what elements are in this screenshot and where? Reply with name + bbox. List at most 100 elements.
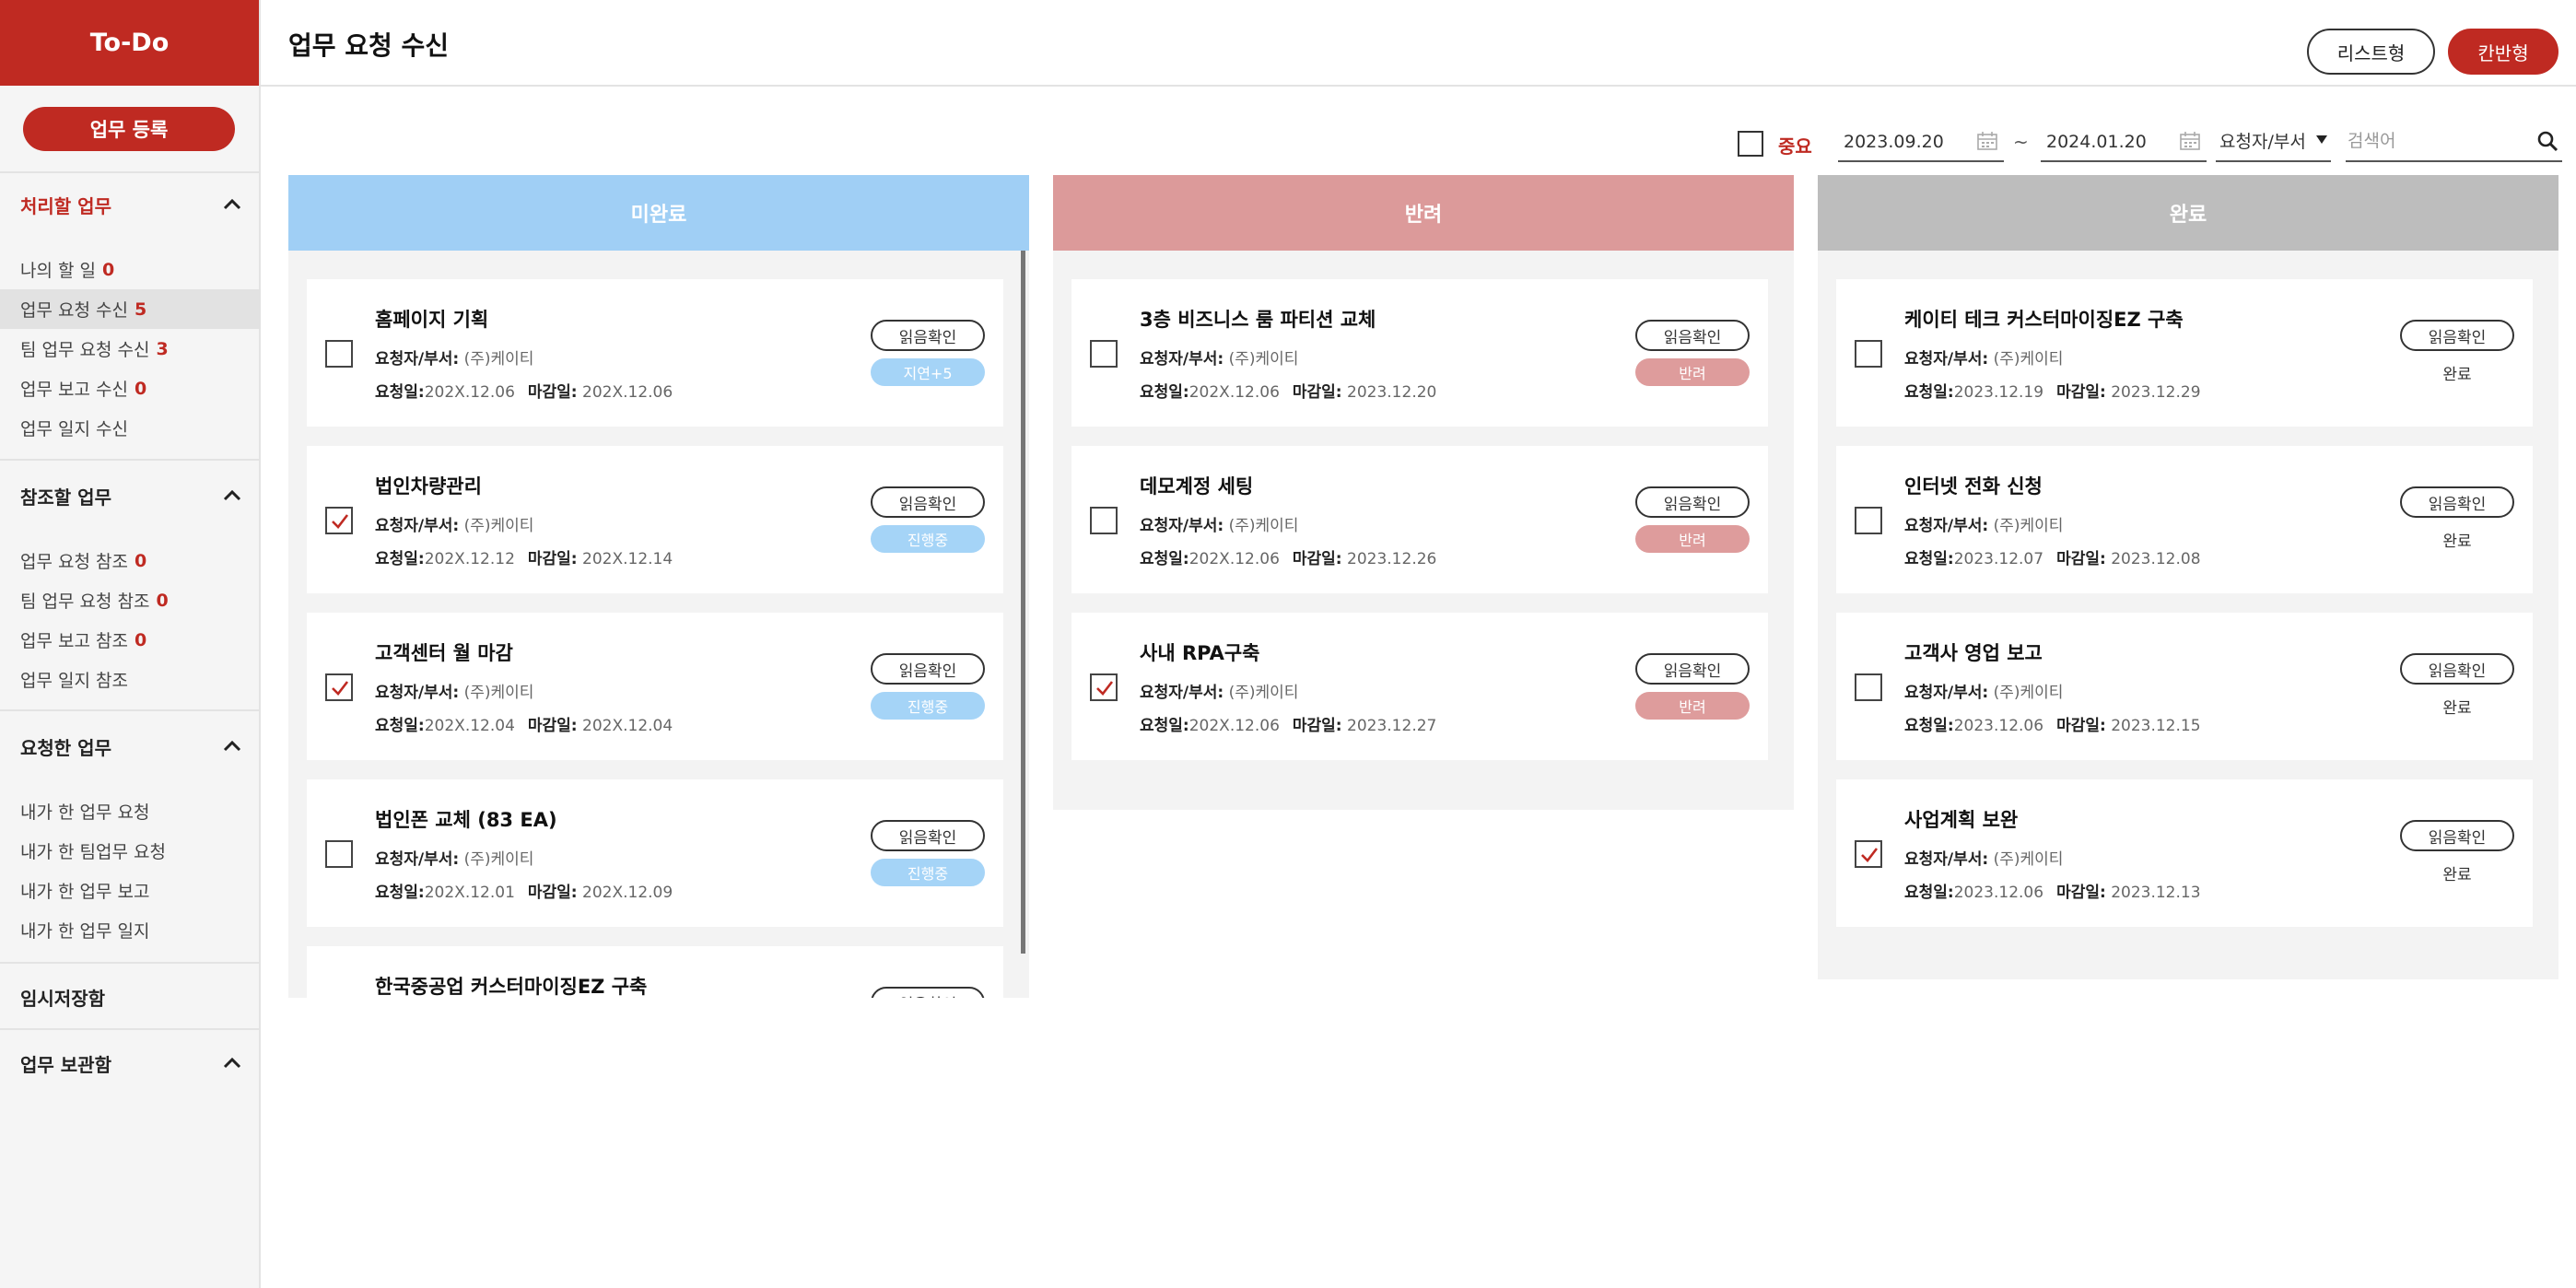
request-date-label: 요청일:	[1140, 717, 1189, 735]
request-date-label: 요청일:	[1904, 550, 1954, 568]
card-checkbox[interactable]	[325, 340, 353, 368]
column-body: 케이티 테크 커스터마이징EZ 구축 요청자/부서: (주)케이티 요청일:2023…	[1818, 251, 2558, 979]
sidebar-item-team-request-received[interactable]: 팀 업무 요청 수신 3	[0, 329, 261, 369]
search-box	[2346, 120, 2562, 162]
important-label: 중요	[1778, 135, 1812, 158]
card-checkbox[interactable]	[325, 673, 353, 701]
requester-value: (주)케이티	[1993, 517, 2064, 535]
card-requester-line: 요청자/부서: (주)케이티	[375, 512, 533, 535]
card-checkbox[interactable]	[325, 507, 353, 534]
sidebar-section-header[interactable]: 처리할 업무	[0, 184, 261, 225]
requester-label: 요청자/부서:	[375, 684, 460, 702]
sidebar-item-my-report[interactable]: 내가 한 업무 보고	[0, 871, 261, 910]
kanban-column-incomplete: 미완료 홈페이지 기획 요청자/부서: (주)케이티 요청일:202X.12.06 마감…	[288, 175, 1029, 998]
card-checkbox[interactable]	[1855, 507, 1882, 534]
sidebar-divider	[0, 709, 261, 711]
read-confirm-button[interactable]: 읽음확인	[2400, 820, 2514, 851]
sidebar-item-report-ref[interactable]: 업무 보고 참조 0	[0, 620, 261, 660]
kanban-view-button[interactable]: 칸반형	[2448, 29, 2558, 75]
calendar-icon[interactable]	[2179, 131, 2201, 151]
important-checkbox[interactable]	[1738, 131, 1763, 157]
task-card[interactable]: 사업계획 보완 요청자/부서: (주)케이티 요청일:2023.12.06 마감일: …	[1836, 779, 2533, 927]
sidebar-item-my-todo[interactable]: 나의 할 일 0	[0, 250, 261, 289]
sidebar-item-request-ref[interactable]: 업무 요청 참조 0	[0, 541, 261, 580]
sidebar-item-my-team-request[interactable]: 내가 한 팀업무 요청	[0, 831, 261, 871]
task-card[interactable]: 데모계정 세팅 요청자/부서: (주)케이티 요청일:202X.12.06 마감일: …	[1071, 446, 1768, 593]
search-icon[interactable]	[2536, 130, 2558, 152]
task-card[interactable]: 사내 RPA구축 요청자/부서: (주)케이티 요청일:202X.12.06 마감일:…	[1071, 613, 1768, 760]
sidebar-temp-save-label: 임시저장함	[20, 987, 105, 1010]
card-checkbox[interactable]	[325, 840, 353, 868]
card-requester-line: 요청자/부서: (주)케이티	[1904, 512, 2063, 535]
request-date-value: 202X.12.12	[424, 550, 515, 568]
requester-value: (주)케이티	[463, 850, 534, 869]
card-checkbox[interactable]	[1855, 840, 1882, 868]
sidebar-item-count: 0	[134, 550, 147, 571]
list-view-button[interactable]: 리스트형	[2307, 29, 2435, 75]
read-confirm-button[interactable]: 읽음확인	[871, 987, 985, 998]
sidebar-item-count: 0	[156, 590, 169, 611]
read-confirm-button[interactable]: 읽음확인	[1635, 653, 1750, 685]
read-confirm-button[interactable]: 읽음확인	[1635, 486, 1750, 518]
sidebar-item-label: 업무 일지 수신	[20, 419, 128, 439]
requester-value: (주)케이티	[463, 517, 534, 535]
read-confirm-button[interactable]: 읽음확인	[2400, 653, 2514, 685]
card-checkbox[interactable]	[1090, 340, 1118, 368]
task-card[interactable]: 홈페이지 기획 요청자/부서: (주)케이티 요청일:202X.12.06 마감일: …	[307, 279, 1003, 427]
task-card[interactable]: 법인차량관리 요청자/부서: (주)케이티 요청일:202X.12.12 마감일: 2…	[307, 446, 1003, 593]
card-date-line: 요청일:202X.12.12 마감일: 202X.12.14	[375, 545, 673, 568]
read-confirm-button[interactable]: 읽음확인	[871, 653, 985, 685]
card-checkbox[interactable]	[1090, 673, 1118, 701]
card-requester-line: 요청자/부서: (주)케이티	[1904, 846, 2063, 869]
card-checkbox[interactable]	[1855, 673, 1882, 701]
status-badge: 진행중	[871, 692, 985, 720]
sidebar-item-journal-received[interactable]: 업무 일지 수신	[0, 408, 261, 448]
sidebar-section-title: 업무 보관함	[20, 1053, 111, 1076]
card-checkbox[interactable]	[1090, 507, 1118, 534]
card-checkbox[interactable]	[1855, 340, 1882, 368]
requester-label: 요청자/부서:	[375, 350, 460, 369]
status-badge: 지연+5	[871, 358, 985, 386]
sidebar-temp-save[interactable]: 임시저장함	[0, 977, 261, 1017]
read-confirm-button[interactable]: 읽음확인	[871, 486, 985, 518]
read-confirm-button[interactable]: 읽음확인	[2400, 320, 2514, 351]
card-title: 법인폰 교체 (83 EA)	[375, 809, 557, 831]
sidebar-item-my-journal[interactable]: 내가 한 업무 일지	[0, 910, 261, 950]
sidebar-item-request-received[interactable]: 업무 요청 수신 5	[0, 289, 261, 329]
sidebar-item-report-received[interactable]: 업무 보고 수신 0	[0, 369, 261, 408]
search-input[interactable]	[2348, 127, 2523, 155]
card-date-line: 요청일:2023.12.06 마감일: 2023.12.13	[1904, 879, 2201, 902]
sidebar-section-header[interactable]: 참조할 업무	[0, 475, 261, 516]
sidebar-item-journal-ref[interactable]: 업무 일지 참조	[0, 660, 261, 699]
read-confirm-button[interactable]: 읽음확인	[1635, 320, 1750, 351]
end-date-field[interactable]: 2024.01.20	[2041, 120, 2207, 162]
read-confirm-button[interactable]: 읽음확인	[871, 320, 985, 351]
request-date-value: 202X.12.01	[424, 884, 515, 902]
card-title: 홈페이지 기획	[375, 309, 489, 331]
calendar-icon[interactable]	[1976, 131, 1998, 151]
task-card[interactable]: 고객사 영업 보고 요청자/부서: (주)케이티 요청일:2023.12.06 마감일…	[1836, 613, 2533, 760]
read-confirm-button[interactable]: 읽음확인	[2400, 486, 2514, 518]
sidebar-item-team-request-ref[interactable]: 팀 업무 요청 참조 0	[0, 580, 261, 620]
column-scrollbar[interactable]	[1021, 251, 1025, 954]
status-badge: 완료	[2442, 865, 2472, 884]
task-card[interactable]: 3층 비즈니스 룸 파티션 교체 요청자/부서: (주)케이티 요청일:202X.1…	[1071, 279, 1768, 427]
requester-label: 요청자/부서:	[1904, 350, 1989, 369]
start-date-field[interactable]: 2023.09.20	[1838, 120, 2004, 162]
sidebar-archive[interactable]: 업무 보관함	[0, 1043, 261, 1083]
task-card[interactable]: 케이티 테크 커스터마이징EZ 구축 요청자/부서: (주)케이티 요청일:2023…	[1836, 279, 2533, 427]
task-card[interactable]: 고객센터 월 마감 요청자/부서: (주)케이티 요청일:202X.12.04 마감일…	[307, 613, 1003, 760]
sidebar-section-header[interactable]: 업무 보관함	[0, 1043, 261, 1083]
card-date-line: 요청일:202X.12.06 마감일: 2023.12.27	[1140, 712, 1436, 735]
checkmark-icon	[1096, 681, 1114, 696]
sidebar-item-my-request[interactable]: 내가 한 업무 요청	[0, 791, 261, 831]
task-card[interactable]: 법인폰 교체 (83 EA) 요청자/부서: (주)케이티 요청일:202X.12.…	[307, 779, 1003, 927]
read-confirm-button[interactable]: 읽음확인	[871, 820, 985, 851]
sidebar-section-header[interactable]: 요청한 업무	[0, 726, 261, 767]
card-date-line: 요청일:202X.12.06 마감일: 202X.12.06	[375, 379, 673, 402]
kanban-column-done: 완료 케이티 테크 커스터마이징EZ 구축 요청자/부서: (주)케이티 요청일:20…	[1818, 175, 2558, 979]
task-card[interactable]: 한국중공업 커스터마이징EZ 구축요청자/부서: (주)케이티읽음확인진행중	[307, 946, 1003, 998]
due-date-label: 마감일:	[1292, 383, 1342, 402]
requester-select[interactable]: 요청자/부서	[2216, 120, 2331, 162]
task-card[interactable]: 인터넷 전화 신청 요청자/부서: (주)케이티 요청일:2023.12.07 마감일…	[1836, 446, 2533, 593]
